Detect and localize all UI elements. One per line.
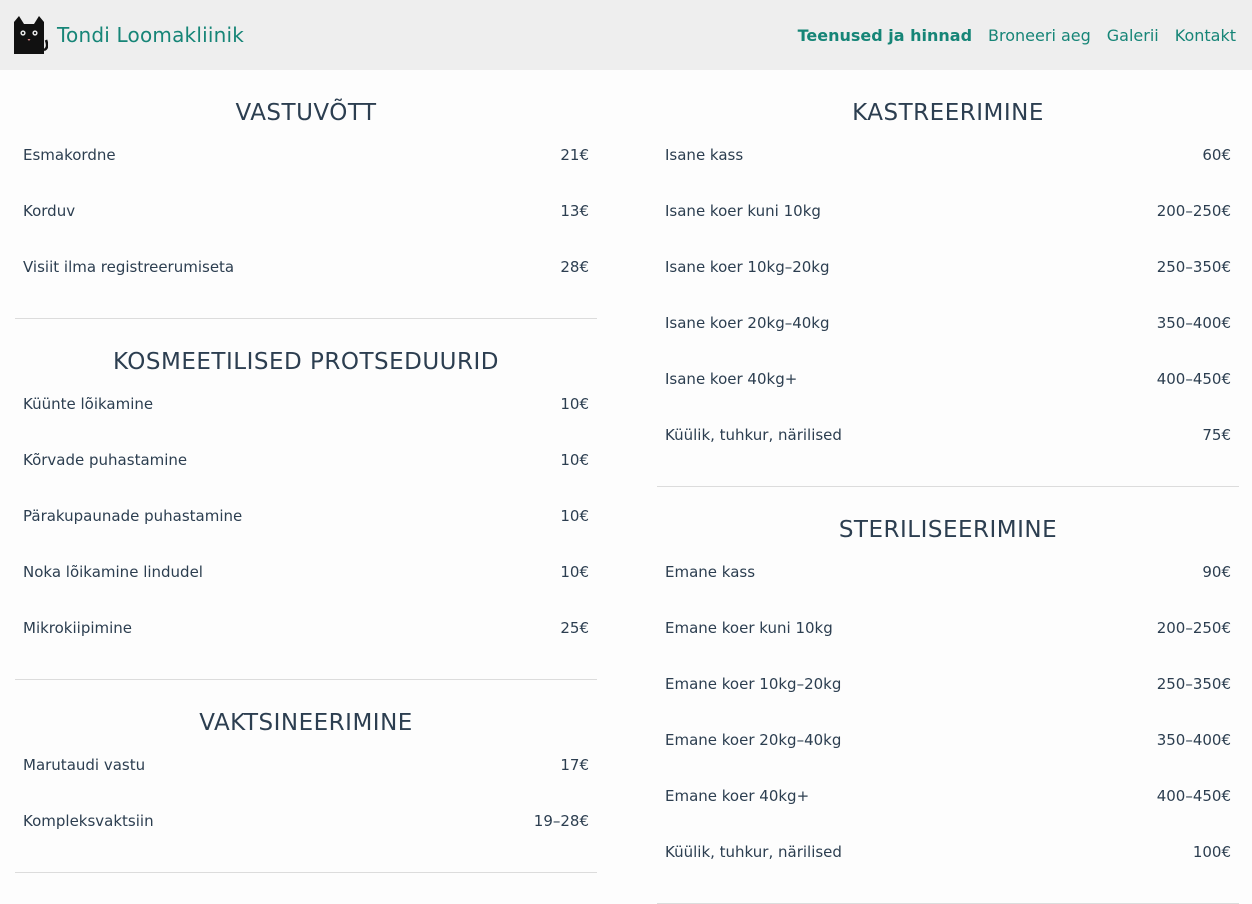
section-vastuvott: VASTUVÕTT Esmakordne 21€ Korduv 13€ Visiit… [15,70,597,319]
service-price: 10€ [560,507,589,525]
navbar: Tondi Loomakliinik Teenused ja hinnad Br… [0,0,1252,70]
service-name: Pärakupaunade puhastamine [23,507,243,525]
service-name: Marutaudi vastu [23,756,146,774]
service-price: 60€ [1202,146,1231,164]
service-name: Isane koer 10kg–20kg [665,258,830,276]
price-row: Isane kass 60€ [657,138,1239,194]
price-row: Isane koer kuni 10kg 200–250€ [657,194,1239,250]
price-column-left: VASTUVÕTT Esmakordne 21€ Korduv 13€ Visiit… [15,70,597,873]
service-name: Emane koer kuni 10kg [665,619,833,637]
service-name: Visiit ilma registreerumiseta [23,258,235,276]
service-name: Isane koer 20kg–40kg [665,314,830,332]
service-price: 250–350€ [1156,675,1231,693]
price-row: Marutaudi vastu 17€ [15,748,597,804]
service-price: 28€ [560,258,589,276]
section-title: KOSMEETILISED PROTSEDUURID [112,349,499,375]
price-row: Emane koer 40kg+ 400–450€ [657,779,1239,835]
service-price: 350–400€ [1156,314,1231,332]
nav-link-galerii[interactable]: Galerii [1107,26,1159,45]
price-row: Isane koer 20kg–40kg 350–400€ [657,306,1239,362]
service-price: 10€ [560,563,589,581]
service-name: Küülik, tuhkur, närilised [665,843,842,861]
service-name: Küülik, tuhkur, närilised [665,426,842,444]
section-kastreerimine: KASTREERIMINE Isane kass 60€ Isane koer k… [657,70,1239,487]
service-name: Esmakordne [23,146,116,164]
service-price: 13€ [560,202,589,220]
price-row: Korduv 13€ [15,194,597,250]
black-cat-icon [14,16,48,54]
service-name: Kõrvade puhastamine [23,451,188,469]
service-price: 21€ [560,146,589,164]
price-row: Emane kass 90€ [657,555,1239,611]
service-price: 200–250€ [1156,619,1231,637]
service-name: Isane kass [665,146,744,164]
service-price: 10€ [560,451,589,469]
service-price: 17€ [560,756,589,774]
price-row: Noka lõikamine lindudel 10€ [15,555,597,611]
nav-link-broneeri[interactable]: Broneeri aeg [988,26,1091,45]
service-price: 10€ [560,395,589,413]
service-name: Emane kass [665,563,756,581]
section-title: KASTREERIMINE [852,100,1044,126]
price-row: Emane koer kuni 10kg 200–250€ [657,611,1239,667]
price-column-right: KASTREERIMINE Isane kass 60€ Isane koer k… [657,70,1239,904]
price-row: Mikrokiipimine 25€ [15,611,597,667]
service-name: Kompleksvaktsiin [23,812,154,830]
price-row: Küülik, tuhkur, närilised 75€ [657,418,1239,474]
service-price: 90€ [1202,563,1231,581]
price-row: Visiit ilma registreerumiseta 28€ [15,250,597,306]
price-row: Küülik, tuhkur, närilised 100€ [657,835,1239,891]
service-price: 25€ [560,619,589,637]
price-row: Emane koer 10kg–20kg 250–350€ [657,667,1239,723]
main-nav: Teenused ja hinnad Broneeri aeg Galerii … [782,26,1236,45]
service-name: Emane koer 20kg–40kg [665,731,842,749]
service-name: Emane koer 10kg–20kg [665,675,842,693]
section-title: STERILISEERIMINE [838,517,1058,543]
service-name: Emane koer 40kg+ [665,787,810,805]
service-price: 100€ [1192,843,1231,861]
brand-name: Tondi Loomakliinik [57,23,245,47]
service-price: 200–250€ [1156,202,1231,220]
service-name: Isane koer kuni 10kg [665,202,821,220]
service-price: 75€ [1202,426,1231,444]
price-row: Isane koer 40kg+ 400–450€ [657,362,1239,418]
service-price: 400–450€ [1156,370,1231,388]
price-list: VASTUVÕTT Esmakordne 21€ Korduv 13€ Visiit… [0,70,1252,904]
service-name: Korduv [23,202,76,220]
price-row: Isane koer 10kg–20kg 250–350€ [657,250,1239,306]
service-name: Küünte lõikamine [23,395,154,413]
section-steriliseerimine: STERILISEERIMINE Emane kass 90€ Emane koe… [657,487,1239,904]
service-price: 19–28€ [533,812,589,830]
section-title: VAKTSINEERIMINE [199,710,413,736]
service-price: 250–350€ [1156,258,1231,276]
price-row: Kõrvade puhastamine 10€ [15,443,597,499]
section-vaktsineerimine: VAKTSINEERIMINE Marutaudi vastu 17€ Kompl… [15,680,597,873]
section-title: VASTUVÕTT [235,100,377,126]
price-row: Esmakordne 21€ [15,138,597,194]
service-name: Mikrokiipimine [23,619,133,637]
nav-link-kontakt[interactable]: Kontakt [1175,26,1236,45]
price-row: Pärakupaunade puhastamine 10€ [15,499,597,555]
service-price: 400–450€ [1156,787,1231,805]
service-name: Isane koer 40kg+ [665,370,798,388]
price-row: Kompleksvaktsiin 19–28€ [15,804,597,860]
service-price: 350–400€ [1156,731,1231,749]
nav-link-teenused[interactable]: Teenused ja hinnad [798,26,972,45]
price-row: Emane koer 20kg–40kg 350–400€ [657,723,1239,779]
price-row: Küünte lõikamine 10€ [15,387,597,443]
section-kosmeetilised: KOSMEETILISED PROTSEDUURID Küünte lõikam… [15,319,597,680]
brand-link[interactable]: Tondi Loomakliinik [12,14,244,56]
service-name: Noka lõikamine lindudel [23,563,203,581]
